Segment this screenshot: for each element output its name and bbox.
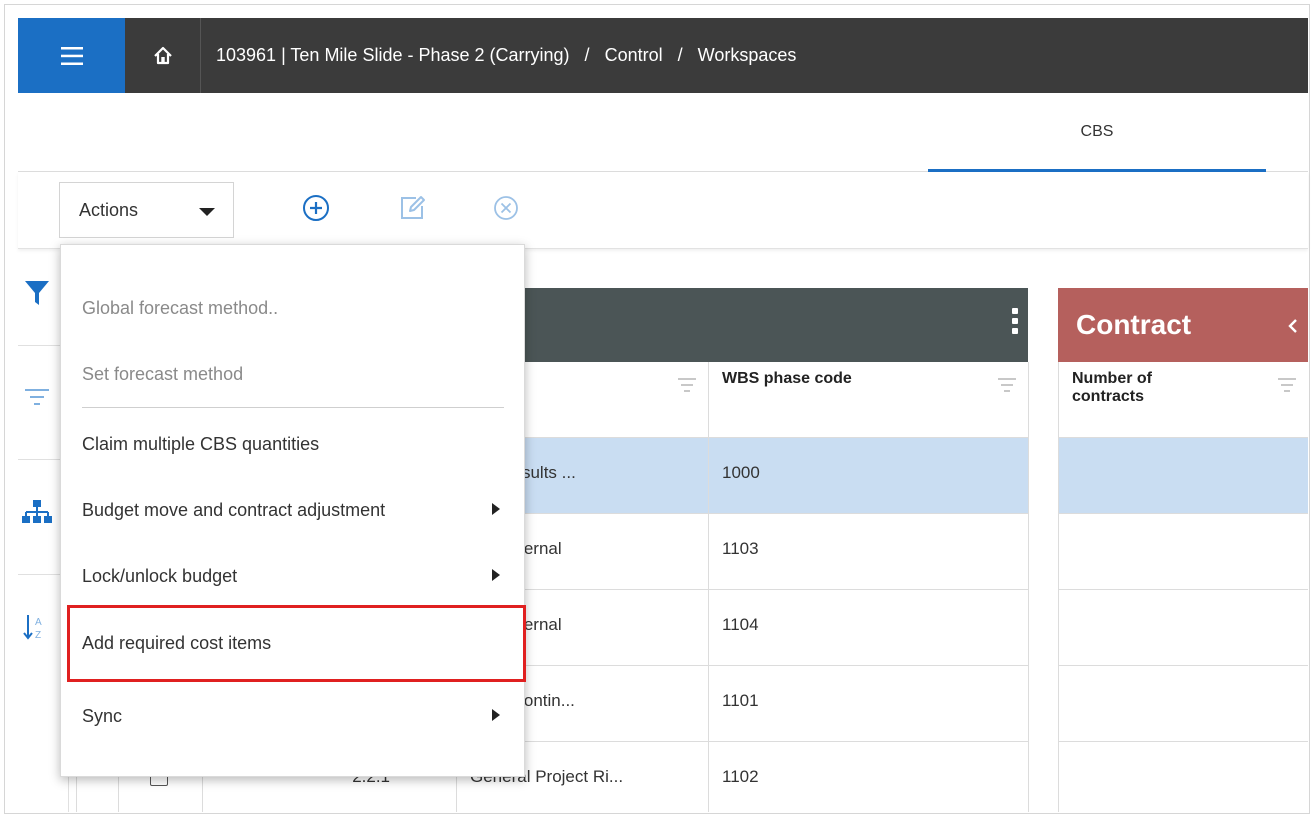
menu-item-label: Lock/unlock budget	[82, 566, 238, 586]
cell-wbs-phase-code: 1104	[722, 615, 759, 634]
column-header-label: Number of contracts	[1072, 370, 1152, 405]
edit-icon[interactable]	[396, 192, 428, 224]
column-header-label: WBS phase code	[722, 370, 852, 387]
svg-text:Z: Z	[35, 630, 41, 641]
breadcrumb-separator: /	[677, 45, 683, 65]
hamburger-menu-icon	[60, 46, 83, 65]
menu-item-sync[interactable]: Sync	[61, 683, 526, 749]
add-circle-icon[interactable]	[300, 192, 332, 224]
menu-item-global-forecast-method[interactable]: Global forecast method..	[61, 275, 526, 341]
cell-wbs-phase-code: 1101	[722, 691, 759, 710]
sort-az-icon[interactable]: A Z	[22, 612, 52, 642]
table-row-contract[interactable]	[1058, 590, 1308, 666]
menu-item-label: Budget move and contract adjustment	[82, 500, 386, 520]
table-row-contract[interactable]	[1058, 666, 1308, 742]
menu-item-add-required-cost-items[interactable]: Add required cost items	[61, 610, 526, 676]
breadcrumb: 103961 | Ten Mile Slide - Phase 2 (Carry…	[216, 18, 796, 93]
breadcrumb-separator: /	[584, 45, 590, 65]
contract-panel-header: Contract	[1058, 288, 1308, 362]
submenu-arrow-icon	[492, 569, 500, 581]
actions-dropdown[interactable]: Actions	[59, 182, 234, 238]
cell-wbs-phase-code: 1103	[722, 539, 759, 558]
filter-icon[interactable]	[22, 278, 52, 308]
svg-text:A: A	[35, 617, 42, 628]
menu-item-claim-multiple-cbs-quantities[interactable]: Claim multiple CBS quantities	[61, 411, 526, 477]
tab-bar: CBS	[18, 93, 1308, 172]
submenu-arrow-icon	[492, 503, 500, 515]
tab-cbs[interactable]: CBS	[928, 93, 1266, 172]
menu-item-budget-move-and-contract-adjustment[interactable]: Budget move and contract adjustment	[61, 477, 526, 543]
actions-label: Actions	[79, 199, 139, 220]
menu-item-label: Sync	[82, 706, 123, 726]
more-options-icon[interactable]	[1012, 308, 1018, 338]
hierarchy-icon[interactable]	[22, 497, 52, 527]
menu-button[interactable]	[18, 18, 125, 93]
breadcrumb-workspaces[interactable]: Workspaces	[698, 45, 797, 65]
top-bar: 103961 | Ten Mile Slide - Phase 2 (Carry…	[18, 18, 1308, 93]
caret-down-icon	[199, 208, 215, 216]
menu-item-set-forecast-method[interactable]: Set forecast method	[61, 341, 526, 407]
table-row-contract[interactable]	[1058, 438, 1308, 514]
breadcrumb-control[interactable]: Control	[605, 45, 663, 65]
column-filter-icon[interactable]	[678, 378, 696, 396]
delete-circle-icon[interactable]	[490, 192, 522, 224]
breadcrumb-project[interactable]: 103961 | Ten Mile Slide - Phase 2 (Carry…	[216, 45, 570, 65]
toolbar: Actions	[18, 172, 1308, 249]
table-row-contract[interactable]	[1058, 514, 1308, 590]
submenu-arrow-icon	[492, 709, 500, 721]
cell-wbs-phase-code: 1102	[722, 767, 759, 786]
grid-line	[1028, 362, 1029, 812]
home-icon	[153, 46, 172, 64]
filter-lines-icon[interactable]	[22, 382, 52, 412]
column-header-wbs-phase-code[interactable]: WBS phase code	[708, 362, 1028, 438]
column-filter-icon[interactable]	[1278, 378, 1296, 396]
column-filter-icon[interactable]	[998, 378, 1016, 396]
contract-header-title: Contract	[1076, 309, 1192, 340]
menu-divider	[82, 407, 504, 408]
grid-line	[1058, 362, 1059, 812]
grid-line	[708, 362, 709, 812]
cell-wbs-phase-code: 1000	[722, 463, 760, 482]
collapse-left-icon[interactable]	[1288, 318, 1298, 334]
actions-menu: Global forecast method.. Set forecast me…	[60, 244, 525, 777]
menu-item-lock-unlock-budget[interactable]: Lock/unlock budget	[61, 543, 526, 609]
home-button[interactable]	[125, 18, 201, 93]
column-header-number-of-contracts[interactable]: Number of contracts	[1058, 362, 1308, 438]
